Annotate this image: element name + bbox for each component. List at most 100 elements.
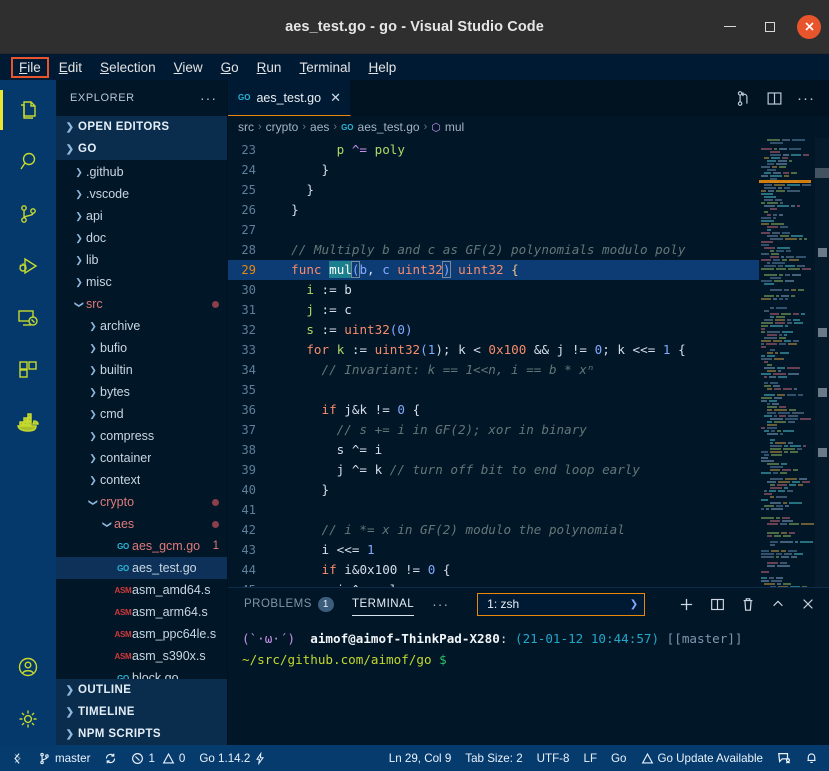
menu-view[interactable]: View <box>165 58 212 77</box>
code-line-26[interactable]: 26 } <box>228 200 759 220</box>
language-mode[interactable]: Go <box>604 745 633 771</box>
tree-file-asm-arm64-s[interactable]: ASM asm_arm64.s <box>56 601 227 623</box>
problems-count[interactable]: 1 0 <box>124 745 192 771</box>
tree-folder-aes[interactable]: ❯ aes <box>56 513 227 535</box>
go-version[interactable]: Go 1.14.2 <box>192 745 273 771</box>
menu-edit[interactable]: Edit <box>50 58 91 77</box>
menu-go[interactable]: Go <box>212 58 248 77</box>
split-diff-icon[interactable] <box>735 90 752 107</box>
extensions-icon[interactable] <box>0 344 56 396</box>
tree-file-asm-amd64-s[interactable]: ASM asm_amd64.s <box>56 579 227 601</box>
tree-folder--github[interactable]: ❯ .github <box>56 161 227 183</box>
tree-folder-builtin[interactable]: ❯ builtin <box>56 359 227 381</box>
tab-aes-test-go[interactable]: GO aes_test.go ✕ <box>228 80 351 116</box>
sidebar-section-npm-scripts[interactable]: ❯ NPM SCRIPTS <box>56 723 227 745</box>
code-line-24[interactable]: 24 } <box>228 160 759 180</box>
remote-indicator[interactable] <box>4 745 31 771</box>
code-line-36[interactable]: 36 if j&k != 0 { <box>228 400 759 420</box>
breadcrumb-item-aes-test-go[interactable]: GO aes_test.go <box>341 120 420 134</box>
settings-gear-icon[interactable] <box>0 693 56 745</box>
sync-changes[interactable] <box>97 745 124 771</box>
docker-icon[interactable] <box>0 396 56 448</box>
code-line-40[interactable]: 40 } <box>228 480 759 500</box>
cursor-position[interactable]: Ln 29, Col 9 <box>382 745 459 771</box>
tree-folder-cmd[interactable]: ❯ cmd <box>56 403 227 425</box>
panel-more-icon[interactable]: ··· <box>432 596 449 612</box>
source-control-icon[interactable] <box>0 188 56 240</box>
code-line-31[interactable]: 31 j := c <box>228 300 759 320</box>
code-line-42[interactable]: 42 // i *= x in GF(2) modulo the polynom… <box>228 520 759 540</box>
git-branch[interactable]: master <box>31 745 97 771</box>
tree-folder-doc[interactable]: ❯ doc <box>56 227 227 249</box>
minimap[interactable] <box>759 138 829 587</box>
tree-file-aes-gcm-go[interactable]: GO aes_gcm.go 1 <box>56 535 227 557</box>
tree-folder-crypto[interactable]: ❯ crypto <box>56 491 227 513</box>
code-line-32[interactable]: 32 s := uint32(0) <box>228 320 759 340</box>
tree-folder-src[interactable]: ❯ src <box>56 293 227 315</box>
remote-explorer-icon[interactable] <box>0 292 56 344</box>
go-update[interactable]: Go Update Available <box>634 745 771 771</box>
code-line-39[interactable]: 39 j ^= k // turn off bit to end loop ea… <box>228 460 759 480</box>
menu-file[interactable]: File <box>11 56 49 78</box>
sidebar-section-timeline[interactable]: ❯ TIMELINE <box>56 701 227 723</box>
indentation[interactable]: Tab Size: 2 <box>458 745 529 771</box>
code-line-23[interactable]: 23 p ^= poly <box>228 140 759 160</box>
code-line-34[interactable]: 34 // Invariant: k == 1<<n, i == b * xⁿ <box>228 360 759 380</box>
tree-folder-api[interactable]: ❯ api <box>56 205 227 227</box>
code-line-27[interactable]: 27 <box>228 220 759 240</box>
tree-folder-misc[interactable]: ❯ misc <box>56 271 227 293</box>
terminal-selector[interactable]: 1: zsh ❯ <box>477 592 646 616</box>
code-line-43[interactable]: 43 i <<= 1 <box>228 540 759 560</box>
breadcrumb-item-src[interactable]: src <box>238 120 254 134</box>
code-line-28[interactable]: 28 // Multiply b and c as GF(2) polynomi… <box>228 240 759 260</box>
code-line-25[interactable]: 25 } <box>228 180 759 200</box>
sidebar-section-open-editors[interactable]: ❯ OPEN EDITORS <box>56 116 227 138</box>
code-line-41[interactable]: 41 <box>228 500 759 520</box>
sidebar-section-outline[interactable]: ❯ OUTLINE <box>56 679 227 701</box>
tree-folder-lib[interactable]: ❯ lib <box>56 249 227 271</box>
editor-scrollbar[interactable] <box>815 138 829 587</box>
code-line-30[interactable]: 30 i := b <box>228 280 759 300</box>
split-editor-icon[interactable] <box>766 90 783 107</box>
tree-file-aes-test-go[interactable]: GO aes_test.go <box>56 557 227 579</box>
eol[interactable]: LF <box>577 745 605 771</box>
new-terminal-icon[interactable] <box>679 597 694 612</box>
tree-folder-container[interactable]: ❯ container <box>56 447 227 469</box>
menu-run[interactable]: Run <box>248 58 291 77</box>
tree-file-asm-s390x-s[interactable]: ASM asm_s390x.s <box>56 645 227 667</box>
feedback[interactable] <box>770 745 798 771</box>
menu-selection[interactable]: Selection <box>91 58 165 77</box>
tree-folder--vscode[interactable]: ❯ .vscode <box>56 183 227 205</box>
sidebar-more-icon[interactable]: ··· <box>200 90 217 106</box>
more-actions-icon[interactable]: ··· <box>797 90 815 107</box>
tree-folder-bufio[interactable]: ❯ bufio <box>56 337 227 359</box>
encoding[interactable]: UTF-8 <box>530 745 577 771</box>
code-lines[interactable]: 23 p ^= poly 24 } 25 } 26 } 27 28 // Multiply… <box>228 138 759 587</box>
tree-folder-bytes[interactable]: ❯ bytes <box>56 381 227 403</box>
maximize-button[interactable] <box>757 14 783 40</box>
code-line-44[interactable]: 44 if i&0x100 != 0 { <box>228 560 759 580</box>
code-line-38[interactable]: 38 s ^= i <box>228 440 759 460</box>
sidebar-section-go[interactable]: ❯ GO <box>56 138 227 160</box>
code-line-35[interactable]: 35 <box>228 380 759 400</box>
notifications[interactable] <box>798 745 825 771</box>
code-line-33[interactable]: 33 for k := uint32(1); k < 0x100 && j !=… <box>228 340 759 360</box>
terminal-output[interactable]: (`·ω·´) aimof@aimof-ThinkPad-X280: (21-0… <box>228 620 829 745</box>
code-line-45[interactable]: 45 i ^= poly <box>228 580 759 587</box>
explorer-icon[interactable] <box>0 84 56 136</box>
breadcrumb-item-mul[interactable]: ⬡ mul <box>431 120 464 134</box>
scrollbar-thumb[interactable] <box>815 168 829 178</box>
close-panel-icon[interactable] <box>801 597 815 611</box>
tree-file-asm-ppc64le-s[interactable]: ASM asm_ppc64le.s <box>56 623 227 645</box>
split-terminal-icon[interactable] <box>710 597 725 612</box>
tree-folder-compress[interactable]: ❯ compress <box>56 425 227 447</box>
tab-terminal[interactable]: TERMINAL <box>351 588 415 620</box>
tree-folder-context[interactable]: ❯ context <box>56 469 227 491</box>
minimize-button[interactable] <box>717 14 743 40</box>
code-line-37[interactable]: 37 // s += i in GF(2); xor in binary <box>228 420 759 440</box>
tree-folder-archive[interactable]: ❯ archive <box>56 315 227 337</box>
kill-terminal-icon[interactable] <box>741 597 755 612</box>
tree-file-block-go[interactable]: GO block.go <box>56 667 227 679</box>
breadcrumb-item-aes[interactable]: aes <box>310 120 329 134</box>
tab-problems[interactable]: PROBLEMS 1 <box>244 588 334 620</box>
